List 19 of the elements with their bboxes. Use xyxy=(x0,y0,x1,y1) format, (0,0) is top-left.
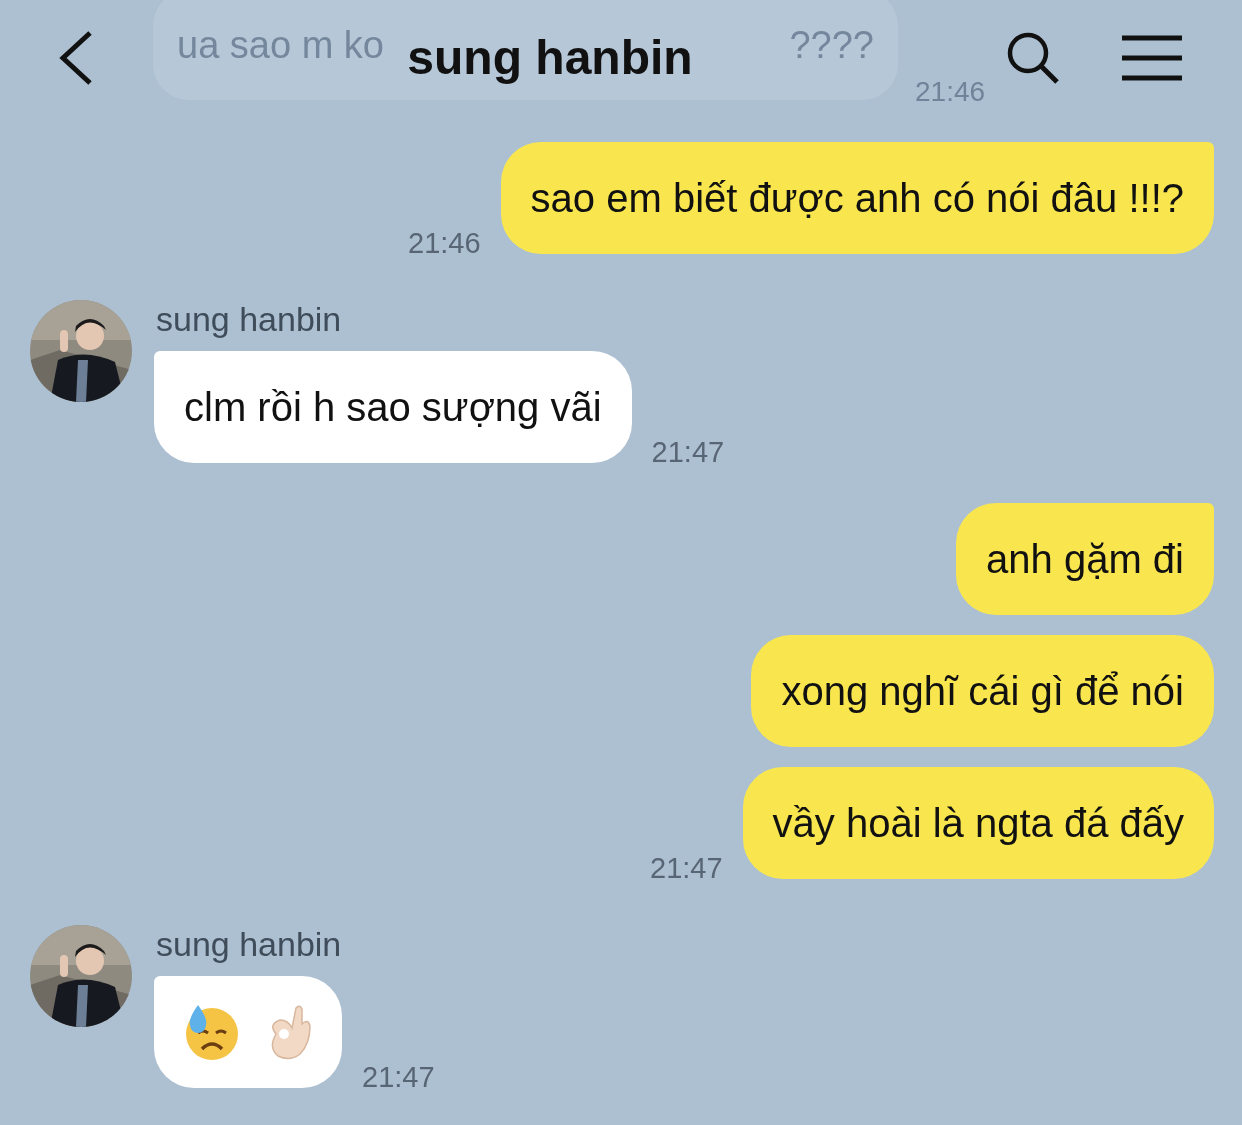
message-time: 21:46 xyxy=(408,227,481,260)
message-bubble: vầy hoài là ngta đá đấy xyxy=(742,767,1214,879)
back-button[interactable] xyxy=(58,29,94,86)
message-text: ua sao m ko xyxy=(177,23,384,67)
message-bubble: sao em biết được anh có nói đâu !!!? xyxy=(500,142,1214,254)
sender-name: sung hanbin xyxy=(156,300,343,339)
message-time: 21:47 xyxy=(650,852,723,885)
sender-name: sung hanbin xyxy=(156,925,343,964)
sweat-face-icon xyxy=(184,1003,240,1061)
message-time: 21:47 xyxy=(651,436,725,469)
message-time: 21:46 xyxy=(915,76,986,108)
message-bubble: clm rồi h sao sượng vãi xyxy=(154,351,632,463)
message-text: ???? xyxy=(789,23,874,67)
chat-title: sung hanbin xyxy=(407,30,693,85)
message-time: 21:47 xyxy=(362,1061,435,1094)
message-bubble: anh gặm đi xyxy=(956,503,1214,615)
search-icon[interactable] xyxy=(1006,30,1060,85)
message-bubble: xong nghĩ cái gì để nói xyxy=(751,635,1214,747)
menu-icon[interactable] xyxy=(1122,34,1182,81)
